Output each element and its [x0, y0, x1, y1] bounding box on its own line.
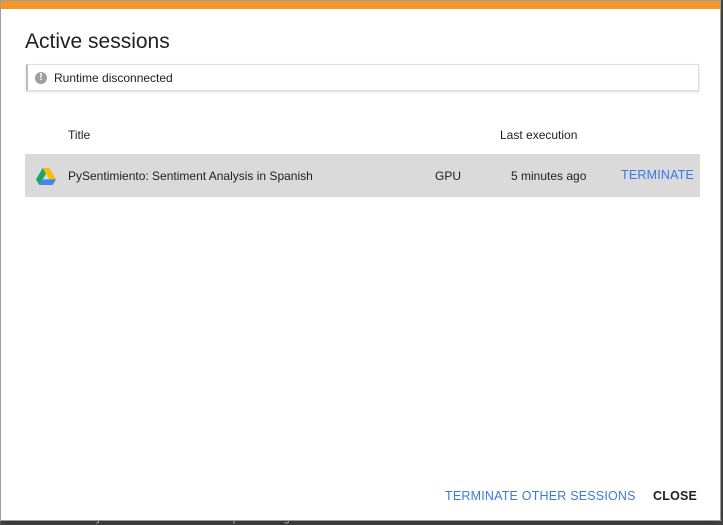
session-accelerator-type: GPU — [435, 169, 462, 183]
column-header-last-execution: Last execution — [500, 128, 578, 142]
runtime-status-text: Runtime disconnected — [54, 70, 173, 85]
session-last-execution: 5 minutes ago — [511, 169, 587, 183]
dialog-accent-bar — [1, 1, 720, 9]
active-sessions-dialog: Active sessions ! Runtime disconnected T… — [0, 0, 721, 521]
terminate-session-button[interactable]: TERMINATE — [621, 168, 694, 182]
info-icon: ! — [35, 71, 47, 84]
column-header-title: Title — [68, 128, 91, 142]
close-button[interactable]: CLOSE — [653, 489, 697, 503]
terminate-other-sessions-button[interactable]: TERMINATE OTHER SESSIONS — [445, 489, 636, 503]
session-title: PySentimiento: Sentiment Analysis in Spa… — [68, 169, 313, 183]
runtime-status-banner: ! Runtime disconnected — [26, 64, 699, 91]
dialog-title: Active sessions — [25, 30, 170, 53]
google-drive-icon — [36, 168, 56, 185]
session-row: PySentimiento: Sentiment Analysis in Spa… — [25, 154, 700, 197]
